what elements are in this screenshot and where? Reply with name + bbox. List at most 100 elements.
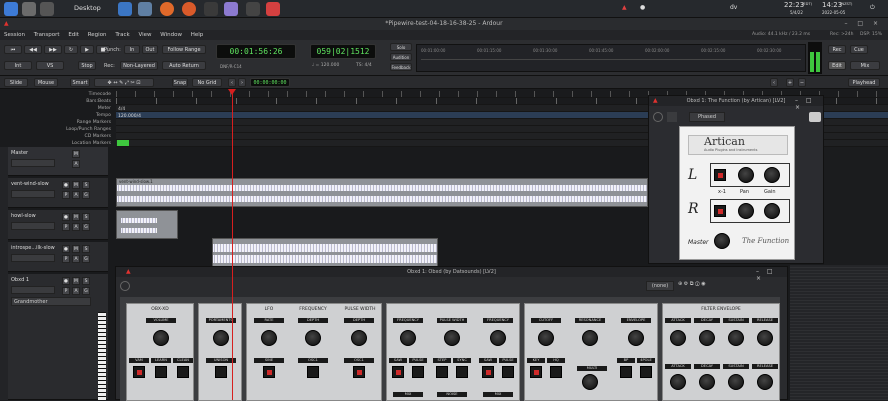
playhead-line[interactable] [232, 89, 233, 400]
menu-help[interactable]: Help [191, 32, 204, 38]
firefox-icon[interactable] [160, 2, 174, 16]
sine-switch[interactable] [263, 366, 275, 378]
ardour-icon[interactable] [266, 2, 280, 16]
power-icon[interactable]: ⏻ [870, 4, 875, 12]
lfo-rate-knob[interactable] [261, 330, 277, 346]
kb-layout[interactable]: dv [730, 4, 737, 11]
left-invert-switch[interactable] [714, 169, 726, 181]
right-gain-knob[interactable] [764, 203, 780, 219]
terminal-icon[interactable] [22, 2, 36, 16]
automation-button[interactable]: A [72, 223, 80, 231]
transport-loop-button[interactable]: ↻ [64, 45, 78, 54]
left-gain-knob[interactable] [764, 167, 780, 183]
step-switch[interactable] [436, 366, 448, 378]
secondary-clock[interactable]: 059|02|1512 [310, 44, 376, 59]
mute-button[interactable]: M [72, 181, 80, 189]
browser-icon[interactable] [182, 2, 196, 16]
solo-button[interactable]: Solo [390, 43, 412, 51]
osc1-freq-knob[interactable] [400, 330, 416, 346]
plugin-window-controls[interactable]: – □ × [795, 97, 823, 111]
plugin-window-the-function[interactable]: Obxd 1: The Function (by Artican) [LV2] … [648, 95, 824, 264]
pulse1-switch[interactable] [412, 366, 424, 378]
hq-switch[interactable] [550, 366, 562, 378]
group-button[interactable]: G [82, 223, 90, 231]
stop-button[interactable]: Stop [78, 61, 96, 70]
piano-roll-keys[interactable] [98, 312, 106, 400]
power-icon[interactable] [653, 112, 663, 122]
menu-track[interactable]: Track [115, 32, 129, 38]
rec-arm-button[interactable]: ● [62, 181, 70, 189]
power-icon[interactable] [120, 281, 130, 291]
osc1-switch[interactable] [307, 366, 319, 378]
track-header-master[interactable]: Master M A [8, 147, 108, 176]
lfo-pw-depth-knob[interactable] [351, 330, 367, 346]
cutoff-knob[interactable] [538, 330, 554, 346]
rec-arm-button[interactable]: ● [62, 245, 70, 253]
fenv-release-knob[interactable] [757, 330, 773, 346]
preset-select[interactable]: (none) [646, 281, 674, 291]
plugin-window-controls[interactable]: – □ × [756, 268, 787, 282]
mini-timeline[interactable]: 00:01:00:00 00:01:15:00 00:01:30:00 00:0… [416, 44, 806, 72]
zoom-out-icon[interactable]: − [798, 78, 806, 87]
tempo-display[interactable]: ♩ = 120.000 [312, 63, 339, 68]
smart-mode-button[interactable]: Smart [70, 78, 90, 87]
track-header-vent[interactable]: vent-wind-slow ● M S P A G [8, 178, 108, 208]
key-switch[interactable] [530, 366, 542, 378]
cue-window-button[interactable]: Cue [850, 45, 868, 54]
automation-button[interactable]: A [72, 160, 80, 168]
volume-knob[interactable] [153, 330, 169, 346]
auto-return-button[interactable]: Auto Return [162, 61, 206, 70]
mouse-mode-select[interactable]: Mouse [34, 78, 58, 87]
menu-region[interactable]: Region [88, 32, 107, 38]
follow-range-button[interactable]: Follow Range [162, 45, 206, 54]
app2-icon[interactable] [224, 2, 238, 16]
preset-menu-icon[interactable] [667, 112, 677, 122]
tray-ardour-icon[interactable]: ▲ [622, 4, 627, 11]
mute-button[interactable]: M [72, 213, 80, 221]
menu-window[interactable]: Window [160, 32, 182, 38]
app-launcher-icon[interactable] [4, 2, 18, 16]
folder-icon[interactable] [138, 2, 152, 16]
nudge-forward-icon[interactable]: › [238, 78, 246, 87]
edit-mode-select[interactable]: Slide [4, 78, 28, 87]
zoom-focus-select[interactable]: Playhead [848, 78, 880, 87]
menu-session[interactable]: Session [4, 32, 25, 38]
location-marker[interactable] [117, 140, 129, 146]
saw2-switch[interactable] [482, 366, 494, 378]
feedback-button[interactable]: Feedback [390, 63, 412, 71]
group-button[interactable]: G [82, 255, 90, 263]
osc1-pw-switch[interactable] [353, 366, 365, 378]
track-header-howl[interactable]: howl-slow ● M S P A G [8, 210, 108, 240]
lfo-freq-depth-knob[interactable] [305, 330, 321, 346]
bp-switch[interactable] [620, 366, 632, 378]
track-header-introspe[interactable]: introspe...ilk-slow ● M S P A G [8, 242, 108, 272]
solo-button[interactable]: S [82, 245, 90, 253]
envelope-knob[interactable] [628, 330, 644, 346]
primary-clock[interactable]: 00:01:56:26 [216, 44, 296, 59]
learn-switch[interactable] [155, 366, 167, 378]
audition-button[interactable]: Audition [390, 53, 412, 61]
rec-arm-button[interactable]: ● [62, 277, 70, 285]
fenv-attack-knob[interactable] [670, 330, 686, 346]
osc2-freq-knob[interactable] [490, 330, 506, 346]
transport-back-button[interactable]: ◀◀ [24, 45, 42, 54]
files-icon[interactable] [118, 2, 132, 16]
solo-button[interactable]: S [82, 181, 90, 189]
transport-play-button[interactable]: ▶ [80, 45, 94, 54]
right-pan-knob[interactable] [738, 203, 754, 219]
mix-window-button[interactable]: Mix [850, 61, 880, 70]
track-name-field[interactable] [11, 190, 55, 198]
grid-select[interactable]: No Grid [192, 78, 222, 87]
automation-button[interactable]: A [72, 287, 80, 295]
fenv-sustain-knob[interactable] [728, 330, 744, 346]
track-name-field[interactable] [11, 222, 55, 230]
multi-knob[interactable] [582, 374, 598, 390]
track-name-field[interactable] [11, 286, 55, 294]
menu-edit[interactable]: Edit [68, 32, 79, 38]
saw1-switch[interactable] [392, 366, 404, 378]
left-pan-knob[interactable] [738, 167, 754, 183]
resonance-knob[interactable] [582, 330, 598, 346]
nudge-clock[interactable]: 00:00:00:00 [250, 78, 290, 87]
nonlayered-button[interactable]: Non-Layered [120, 61, 158, 70]
mute-button[interactable]: M [72, 245, 80, 253]
